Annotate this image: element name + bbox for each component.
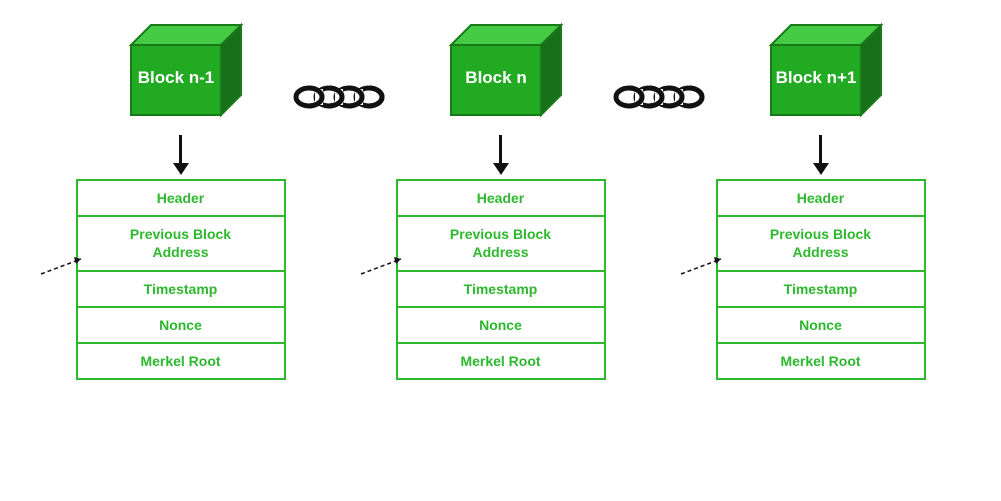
merkel-box-2: Merkel Root — [716, 342, 926, 380]
header-box-1: Header — [396, 179, 606, 217]
nonce-box-1: Nonce — [396, 306, 606, 344]
timestamp-box-0: Timestamp — [76, 270, 286, 308]
prev-block-box-0: Previous BlockAddress — [76, 215, 286, 271]
nonce-box-0: Nonce — [76, 306, 286, 344]
chain-svg-1 — [291, 75, 391, 119]
timestamp-box-2: Timestamp — [716, 270, 926, 308]
block-n-arrow — [493, 135, 509, 175]
block-n-minus-1-cube: Block n-1 — [111, 15, 251, 130]
dashed-arrow-n-minus-1 — [36, 249, 91, 284]
svg-text:Block n-1: Block n-1 — [137, 68, 214, 87]
block-n-cube: Block n — [431, 15, 571, 130]
merkel-box-1: Merkel Root — [396, 342, 606, 380]
block-n-minus-1-column: Block n-1 Header Previous BlockAddress T… — [71, 15, 291, 378]
prev-block-box-2: Previous BlockAddress — [716, 215, 926, 271]
merkel-box-0: Merkel Root — [76, 342, 286, 380]
dashed-arrow-n — [356, 249, 411, 284]
svg-text:Block n+1: Block n+1 — [775, 68, 856, 87]
dashed-arrow-n-plus-1 — [676, 249, 731, 284]
header-box-0: Header — [76, 179, 286, 217]
header-box-2: Header — [716, 179, 926, 217]
cube-svg-3: Block n+1 — [751, 15, 891, 130]
chain-2 — [611, 75, 711, 119]
block-n-minus-1-info: Header Previous BlockAddress Timestamp N… — [76, 179, 286, 378]
block-n-info: Header Previous BlockAddress Timestamp N… — [396, 179, 606, 378]
nonce-box-2: Nonce — [716, 306, 926, 344]
chain-1 — [291, 75, 391, 119]
svg-text:Block n: Block n — [465, 68, 526, 87]
block-n-plus-1-arrow — [813, 135, 829, 175]
block-n-minus-1-arrow — [173, 135, 189, 175]
chain-svg-2 — [611, 75, 711, 119]
cube-svg: Block n-1 — [111, 15, 251, 130]
block-n-plus-1-cube: Block n+1 — [751, 15, 891, 130]
prev-block-box-1: Previous BlockAddress — [396, 215, 606, 271]
block-n-plus-1-info: Header Previous BlockAddress Timestamp N… — [716, 179, 926, 378]
blockchain-diagram: Block n-1 Header Previous BlockAddress T… — [0, 0, 1001, 501]
block-n-plus-1-column: Block n+1 Header Previous BlockAddress T… — [711, 15, 931, 378]
timestamp-box-1: Timestamp — [396, 270, 606, 308]
cube-svg-2: Block n — [431, 15, 571, 130]
block-n-column: Block n Header Previous BlockAddress Tim… — [391, 15, 611, 378]
